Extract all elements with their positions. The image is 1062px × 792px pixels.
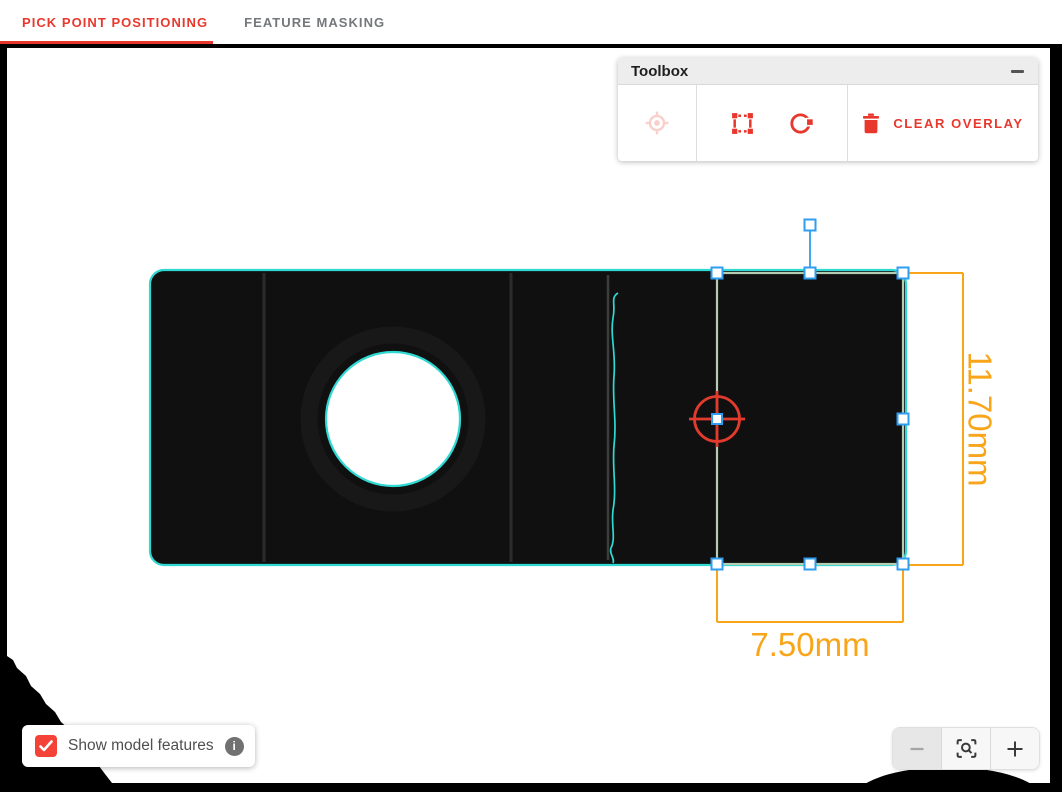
zoom-out-button[interactable] bbox=[893, 728, 941, 769]
scanned-part bbox=[150, 270, 906, 565]
zoom-controls bbox=[892, 727, 1040, 770]
clear-overlay-label: CLEAR OVERLAY bbox=[893, 116, 1023, 131]
handle-bottom-left bbox=[712, 559, 723, 570]
toolbox-minimize-button[interactable] bbox=[1009, 63, 1025, 79]
minus-icon bbox=[1011, 70, 1024, 73]
toolbox-body: CLEAR OVERLAY bbox=[618, 85, 1038, 161]
show-model-features-checkbox[interactable] bbox=[35, 735, 57, 757]
bounding-box-icon bbox=[730, 111, 755, 136]
handle-top-mid bbox=[805, 268, 816, 279]
pick-point-positioning-app: PICK POINT POSITIONING FEATURE MASKING bbox=[0, 0, 1062, 792]
checkmark-icon bbox=[39, 740, 53, 752]
minus-icon bbox=[908, 740, 926, 758]
handle-top-right bbox=[898, 268, 909, 279]
trash-icon bbox=[862, 113, 880, 134]
zoom-fit-icon bbox=[955, 737, 978, 760]
show-model-features-label: Show model features bbox=[68, 737, 214, 755]
plus-icon bbox=[1005, 739, 1025, 759]
tab-pick-point-positioning[interactable]: PICK POINT POSITIONING bbox=[22, 15, 208, 30]
toolbox-header: Toolbox bbox=[618, 58, 1038, 85]
info-icon[interactable]: i bbox=[225, 737, 244, 756]
set-pick-point-button[interactable] bbox=[644, 110, 670, 136]
show-model-features-panel: Show model features i bbox=[22, 725, 255, 767]
tab-feature-masking[interactable]: FEATURE MASKING bbox=[244, 15, 385, 30]
part-hole bbox=[326, 352, 460, 486]
rotate-tool-button[interactable] bbox=[788, 110, 814, 136]
toolbox-panel: Toolbox bbox=[618, 58, 1038, 161]
handle-bottom-mid bbox=[805, 559, 816, 570]
target-icon bbox=[644, 110, 670, 136]
handle-top-left bbox=[712, 268, 723, 279]
handle-bottom-right bbox=[898, 559, 909, 570]
zoom-in-button[interactable] bbox=[990, 728, 1039, 769]
handle-mid-right bbox=[898, 414, 909, 425]
rotate-icon bbox=[788, 110, 814, 136]
bounding-box-tool-button[interactable] bbox=[730, 111, 755, 136]
width-dimension-label: 7.50mm bbox=[750, 626, 869, 663]
toolbox-title: Toolbox bbox=[631, 63, 688, 80]
zoom-to-fit-button[interactable] bbox=[941, 728, 990, 769]
height-dimension-label: 11.70mm bbox=[962, 351, 999, 486]
pick-point-center-handle bbox=[712, 414, 722, 424]
scan-canvas[interactable]: 7.50mm 11.70mm bbox=[7, 48, 1050, 783]
rotation-handle bbox=[805, 220, 816, 231]
tab-bar: PICK POINT POSITIONING FEATURE MASKING bbox=[0, 0, 1062, 44]
clear-overlay-button[interactable]: CLEAR OVERLAY bbox=[862, 113, 1023, 134]
camera-viewport: 7.50mm 11.70mm bbox=[0, 44, 1062, 792]
